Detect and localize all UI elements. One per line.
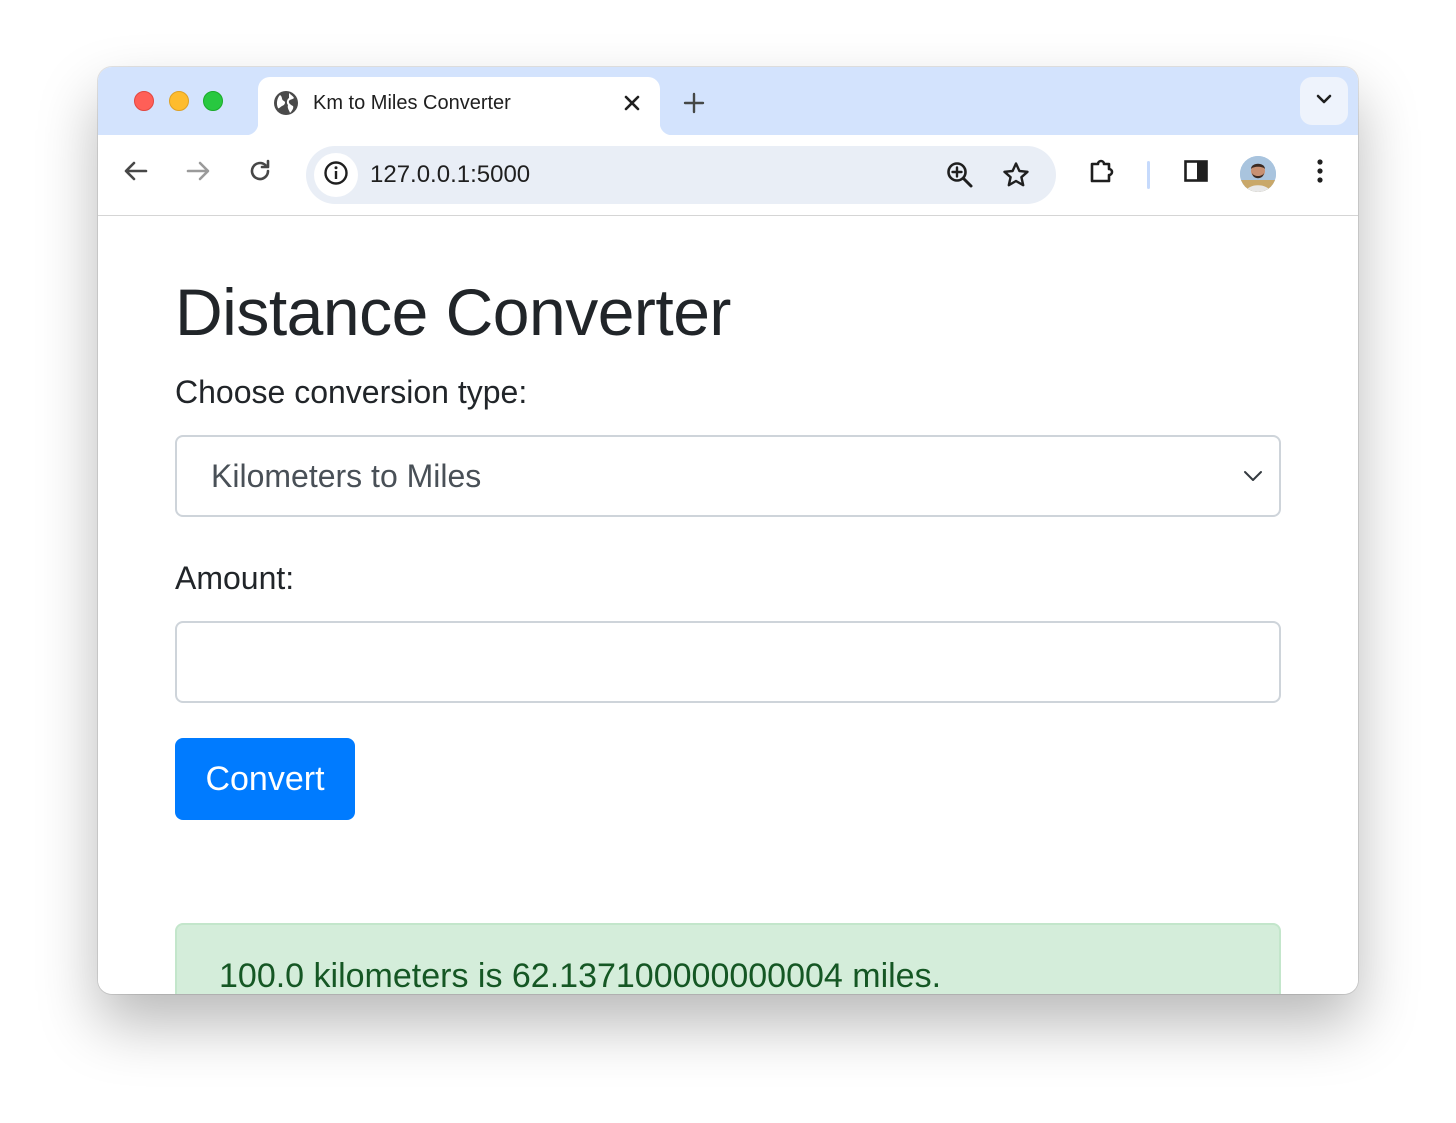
chevron-down-icon — [1314, 89, 1334, 114]
tab-strip: Km to Miles Converter — [98, 67, 1358, 135]
side-panel-icon — [1182, 157, 1210, 190]
conversion-type-value: Kilometers to Miles — [211, 458, 482, 494]
plus-icon[interactable] — [678, 87, 710, 119]
star-icon[interactable] — [998, 157, 1034, 193]
close-icon[interactable] — [618, 89, 646, 117]
address-bar[interactable]: 127.0.0.1:5000 — [306, 146, 1056, 204]
browser-window: Km to Miles Converter 127.0.0.1:5000 Dis… — [98, 67, 1358, 994]
extensions-button[interactable] — [1084, 155, 1120, 191]
conversion-type-label: Choose conversion type: — [175, 374, 528, 410]
reload-icon — [246, 157, 274, 190]
arrow-right-icon — [184, 157, 212, 190]
info-icon — [323, 160, 349, 191]
globe-icon — [272, 89, 300, 117]
forward-button[interactable] — [180, 155, 216, 191]
arrow-left-icon — [122, 157, 150, 190]
conversion-type-select[interactable]: Kilometers to Miles — [175, 435, 1281, 517]
tab-title: Km to Miles Converter — [313, 92, 511, 114]
avatar[interactable] — [1240, 156, 1276, 192]
active-tab[interactable]: Km to Miles Converter — [246, 77, 672, 135]
maximize-window-button[interactable] — [203, 91, 223, 111]
zoom-in-icon[interactable] — [942, 157, 978, 193]
browser-toolbar: 127.0.0.1:5000 — [98, 135, 1358, 216]
result-text: 100.0 kilometers is 62.137100000000004 m… — [219, 957, 942, 994]
minimize-window-button[interactable] — [169, 91, 189, 111]
convert-button[interactable]: Convert — [175, 738, 355, 820]
puzzle-icon — [1086, 155, 1118, 192]
url-text: 127.0.0.1:5000 — [370, 161, 531, 188]
site-info-button[interactable] — [314, 153, 358, 197]
tab-search-button[interactable] — [1300, 77, 1348, 125]
chevron-down-icon — [1241, 464, 1265, 488]
kebab-menu-icon — [1315, 157, 1325, 190]
result-alert: 100.0 kilometers is 62.137100000000004 m… — [175, 923, 1281, 994]
reload-button[interactable] — [242, 155, 278, 191]
back-button[interactable] — [118, 155, 154, 191]
close-window-button[interactable] — [134, 91, 154, 111]
browser-menu-button[interactable] — [1302, 155, 1338, 191]
amount-input[interactable] — [175, 621, 1281, 703]
page-title: Distance Converter — [175, 275, 731, 349]
side-panel-button[interactable] — [1178, 155, 1214, 191]
toolbar-divider — [1147, 161, 1150, 189]
page-content: Distance Converter Choose conversion typ… — [98, 216, 1358, 994]
amount-label: Amount: — [175, 560, 295, 596]
